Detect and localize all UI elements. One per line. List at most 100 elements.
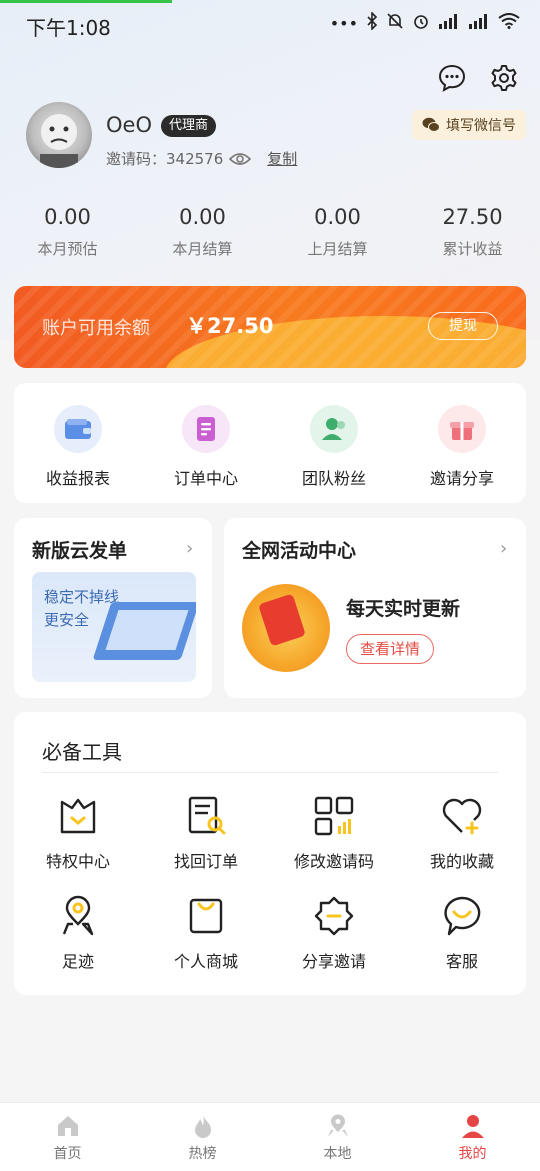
wifi-icon <box>498 13 520 33</box>
activity-center-subtitle: 每天实时更新 <box>346 598 461 620</box>
stat-label: 上月结算 <box>307 240 368 258</box>
quick-actions-card: 收益报表 订单中心 团队粉丝 邀请分享 <box>14 383 526 503</box>
cloud-posting-title: 新版云发单 <box>32 540 128 562</box>
tool-find-order[interactable]: 找回订单 <box>142 794 270 894</box>
fire-icon <box>194 1115 211 1138</box>
signal-icon <box>438 13 460 33</box>
invite-code-row: 邀请码：342576 复制 <box>106 148 297 169</box>
tool-privilege-center[interactable]: 特权中心 <box>14 794 142 894</box>
quick-action-team-fans[interactable]: 团队粉丝 <box>270 383 398 503</box>
location-icon <box>62 895 94 936</box>
home-icon <box>57 1116 78 1136</box>
role-badge: 代理商 <box>161 115 217 137</box>
stat-item[interactable]: 0.00 上月结算 <box>270 205 405 259</box>
nav-label: 本地 <box>323 1146 352 1162</box>
nav-local[interactable]: 本地 <box>270 1103 405 1171</box>
avatar[interactable] <box>26 102 92 168</box>
message-button[interactable] <box>436 62 468 94</box>
nav-label: 首页 <box>53 1146 82 1162</box>
mute-icon <box>386 12 404 34</box>
signal-hd-icon <box>468 13 490 33</box>
shopping-bag-icon <box>189 898 223 934</box>
tool-label: 分享邀请 <box>301 952 366 971</box>
eye-icon[interactable] <box>229 151 252 167</box>
service-icon <box>444 896 481 936</box>
order-icon <box>182 405 230 453</box>
withdraw-button[interactable]: 提现 <box>428 312 498 340</box>
qrcode-icon <box>314 796 354 836</box>
alarm-icon <box>412 12 430 34</box>
activity-center-title: 全网活动中心 <box>242 540 357 562</box>
wechat-icon <box>422 117 440 132</box>
quick-action-earnings-report[interactable]: 收益报表 <box>14 383 142 503</box>
nav-home[interactable]: 首页 <box>0 1103 135 1171</box>
stat-item[interactable]: 0.00 本月预估 <box>0 205 135 259</box>
tool-modify-invite-code[interactable]: 修改邀请码 <box>270 794 398 894</box>
nav-mine[interactable]: 我的 <box>405 1103 540 1171</box>
quick-action-order-center[interactable]: 订单中心 <box>142 383 270 503</box>
tool-share-invite[interactable]: 分享邀请 <box>270 894 398 994</box>
bluetooth-icon <box>366 11 378 34</box>
nav-label: 我的 <box>458 1146 487 1162</box>
cloud-posting-banner: 稳定不掉线 更安全 <box>32 572 196 682</box>
team-icon <box>310 405 358 453</box>
wechat-button-label: 填写微信号 <box>446 118 516 134</box>
invite-code: 邀请码：342576 <box>106 150 224 168</box>
chat-bubble-icon <box>438 64 466 92</box>
tools-title: 必备工具 <box>42 740 122 764</box>
tool-label: 足迹 <box>61 952 94 971</box>
nav-hot-list[interactable]: 热榜 <box>135 1103 270 1171</box>
view-details-button[interactable]: 查看详情 <box>346 634 434 664</box>
map-pin-icon <box>327 1114 348 1137</box>
settings-button[interactable] <box>488 62 520 94</box>
tool-label: 客服 <box>445 952 478 971</box>
gear-icon <box>491 65 517 91</box>
stat-label: 本月结算 <box>172 240 233 258</box>
tool-label: 个人商城 <box>173 952 238 971</box>
quick-action-invite-share[interactable]: 邀请分享 <box>398 383 526 503</box>
share-icon <box>314 896 354 936</box>
activity-center-card[interactable]: 全网活动中心 › 每天实时更新 查看详情 <box>224 518 526 698</box>
stat-value: 0.00 <box>314 205 361 229</box>
wallet-icon <box>54 405 102 453</box>
find-order-icon <box>188 796 226 835</box>
bottom-navigation: 首页 热榜 本地 我的 <box>0 1102 540 1171</box>
chevron-right-icon: › <box>500 538 508 559</box>
username: OeO <box>106 113 152 137</box>
more-dots-icon: ••• <box>329 13 358 33</box>
tool-customer-service[interactable]: 客服 <box>398 894 526 994</box>
tool-personal-mall[interactable]: 个人商城 <box>142 894 270 994</box>
tool-label: 修改邀请码 <box>293 852 374 871</box>
status-bar: 下午1:08 ••• <box>0 0 540 48</box>
tools-grid: 特权中心 找回订单 修改邀请码 我的收藏 足迹 个人商城 分享邀请 客服 <box>14 794 526 994</box>
stat-item[interactable]: 0.00 本月结算 <box>135 205 270 259</box>
tool-label: 找回订单 <box>173 852 238 871</box>
favorite-icon <box>442 798 482 835</box>
tool-label: 我的收藏 <box>429 852 494 871</box>
stat-item[interactable]: 27.50 累计收益 <box>405 205 540 259</box>
balance-banner: 账户可用余额 ￥27.50 提现 <box>14 286 526 368</box>
earnings-stats: 0.00 本月预估 0.00 本月结算 0.00 上月结算 27.50 累计收益 <box>0 205 540 259</box>
cloud-posting-card[interactable]: 新版云发单 › 稳定不掉线 更安全 <box>14 518 212 698</box>
essential-tools-card: 必备工具 特权中心 找回订单 修改邀请码 我的收藏 足迹 个人商城 分享邀请 客… <box>14 712 526 995</box>
tool-footprint[interactable]: 足迹 <box>14 894 142 994</box>
stat-label: 累计收益 <box>442 240 503 258</box>
status-icons: ••• <box>329 11 520 34</box>
quick-action-label: 收益报表 <box>45 469 110 488</box>
tool-my-favorites[interactable]: 我的收藏 <box>398 794 526 894</box>
stat-value: 27.50 <box>442 205 503 229</box>
balance-amount: ￥27.50 <box>186 314 274 338</box>
chevron-right-icon: › <box>186 538 194 559</box>
stat-label: 本月预估 <box>37 240 98 258</box>
gift-icon <box>438 405 486 453</box>
balance-label: 账户可用余额 <box>42 318 150 339</box>
fill-wechat-button[interactable]: 填写微信号 <box>412 110 526 140</box>
copy-invite-code-link[interactable]: 复制 <box>267 148 297 169</box>
stat-value: 0.00 <box>179 205 226 229</box>
quick-action-label: 邀请分享 <box>429 469 494 488</box>
header-actions <box>436 62 520 94</box>
tool-label: 特权中心 <box>45 852 110 871</box>
quick-action-label: 订单中心 <box>173 469 238 488</box>
nav-label: 热榜 <box>188 1146 217 1162</box>
quick-action-label: 团队粉丝 <box>301 469 366 488</box>
